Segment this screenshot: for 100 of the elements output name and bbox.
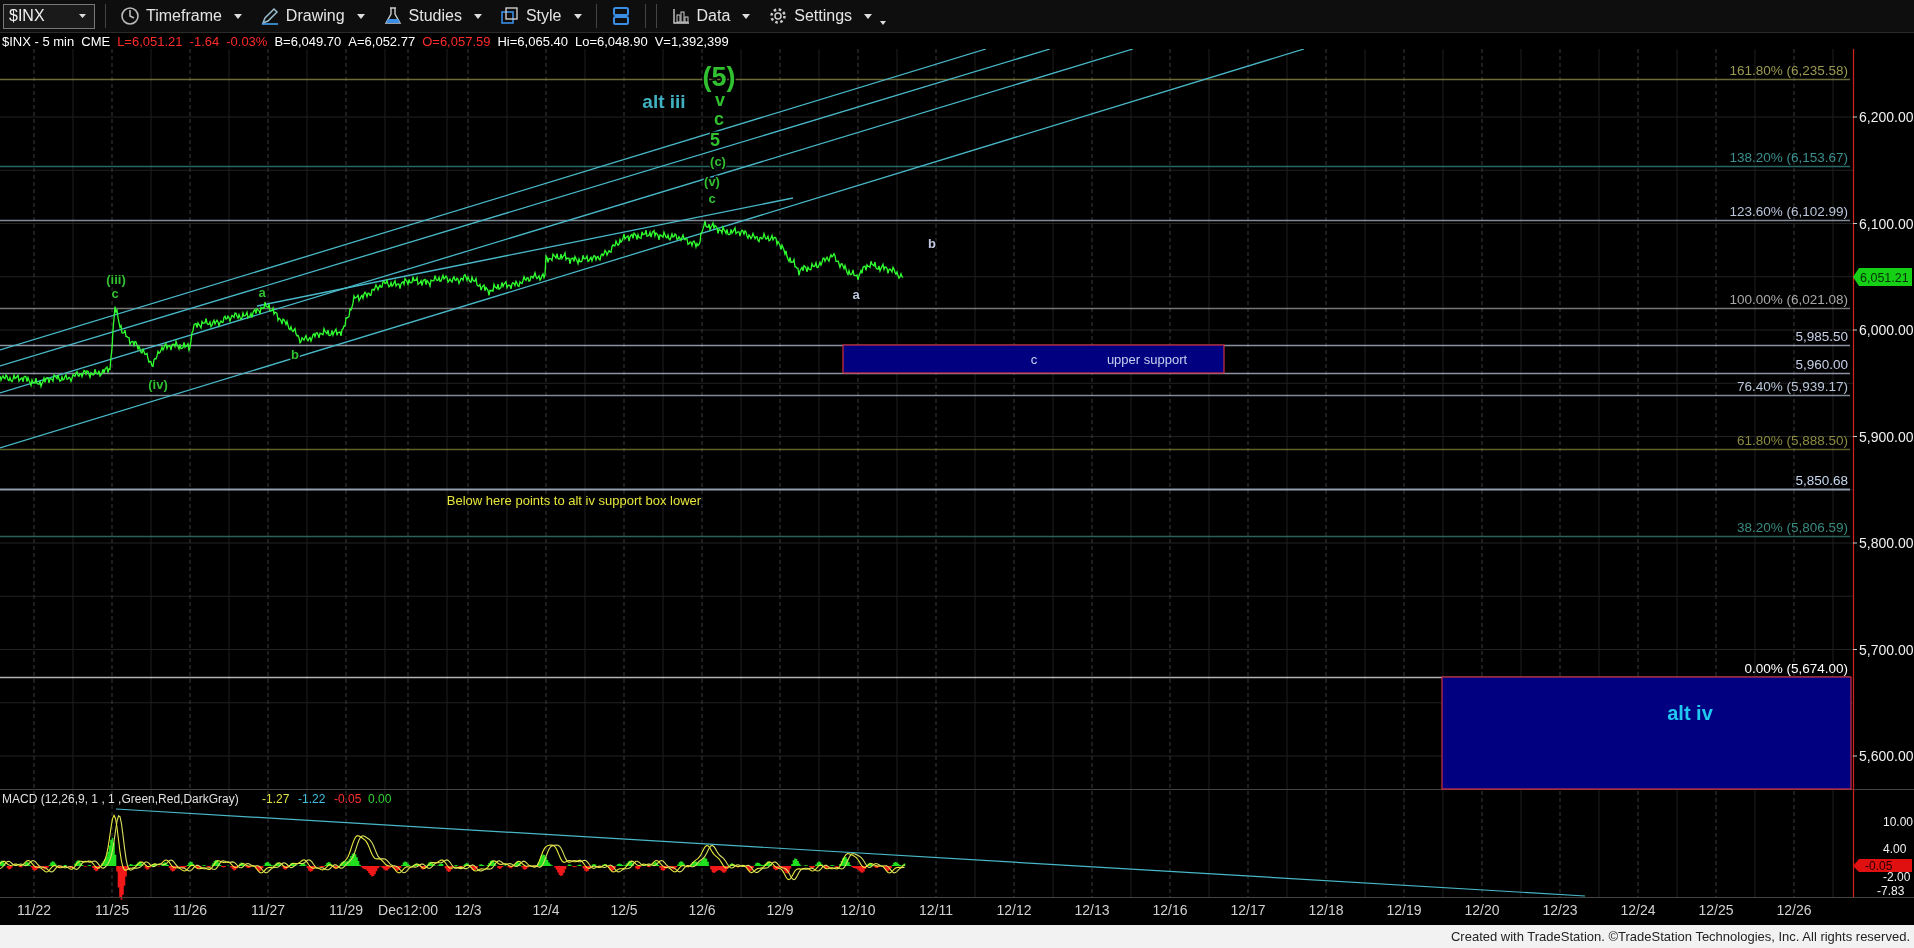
quote-value: L=6,051.21 — [117, 33, 183, 49]
date-axis-label: 12/23 — [1542, 902, 1578, 918]
last-value-badge: -0.05 — [1853, 859, 1912, 873]
indicator-axis-label: -7.83 — [1877, 884, 1905, 898]
date-axis-label: 12/17 — [1230, 902, 1266, 918]
wave-label: a — [852, 287, 860, 302]
caret-icon — [79, 14, 86, 18]
layout-icon — [610, 6, 631, 26]
indicator-axis-label: 4.00 — [1883, 842, 1907, 856]
symbol-dropdown[interactable]: $INX — [3, 3, 95, 29]
date-axis-label: 12/20 — [1464, 902, 1500, 918]
date-axis-label: 12/24 — [1620, 902, 1656, 918]
date-axis-label: 12/5 — [610, 902, 638, 918]
studies-menu[interactable]: Studies — [378, 6, 486, 26]
price-axis-label: 6,000.00 — [1859, 322, 1914, 338]
level-label: 161.80% (6,235.58) — [1729, 62, 1848, 78]
timeframe-menu[interactable]: Timeframe — [116, 6, 246, 26]
level-label: 38.20% (5,806.59) — [1736, 519, 1848, 535]
level-label: 5,850.68 — [1795, 472, 1848, 488]
level-label: 61.80% (5,888.50) — [1736, 432, 1848, 448]
indicator-value: -1.27 — [262, 792, 290, 806]
wave-label: alt iii — [642, 91, 686, 112]
quote-value: Lo=6,048.90 — [574, 33, 648, 49]
price-axis-label: 5,700.00 — [1859, 641, 1914, 658]
quote-value: Hi=6,065.40 — [497, 33, 568, 49]
date-axis-label: 12/26 — [1776, 902, 1812, 918]
level-label: 138.20% (6,153.67) — [1729, 149, 1848, 165]
date-axis-label: 12/4 — [532, 902, 560, 918]
quote-value: $INX - 5 min — [2, 33, 75, 49]
wave-label: b — [928, 236, 936, 251]
style-menu[interactable]: Style — [495, 6, 586, 26]
wave-label: 5 — [710, 130, 720, 150]
quote-value: A=6,052.77 — [348, 33, 416, 49]
level-label: 100.00% (6,021.08) — [1729, 291, 1848, 307]
caret-icon — [473, 13, 482, 19]
date-axis-label: 12/18 — [1308, 902, 1344, 918]
price-axis-label: 6,200.00 — [1859, 109, 1914, 125]
level-label: 76.40% (5,939.17) — [1736, 378, 1848, 394]
caret-icon — [573, 13, 582, 19]
wave-label: c — [714, 109, 724, 129]
settings-icon — [768, 6, 789, 26]
date-axis-label: 12/19 — [1386, 902, 1422, 918]
date-axis-label: 12/16 — [1152, 902, 1188, 918]
drawing-menu[interactable]: Drawing — [255, 6, 369, 26]
price-axis-label: 6,100.00 — [1859, 215, 1914, 232]
indicator-value: -1.22 — [298, 792, 326, 806]
date-axis-label: Dec12:00 — [378, 902, 438, 918]
level-label: 5,960.00 — [1795, 356, 1848, 372]
last-price-badge: 6,051.21 — [1853, 268, 1912, 286]
wave-label: (c) — [710, 154, 726, 169]
level-label: 0.00% (5,674.00) — [1744, 660, 1848, 676]
wave-label: c — [708, 191, 716, 206]
date-axis-label: 12/6 — [688, 902, 716, 918]
quote-value: -0.03% — [226, 33, 268, 49]
overlapping-squares-icon — [499, 6, 520, 26]
caret-icon — [742, 13, 751, 19]
date-axis-label: 11/22 — [17, 902, 51, 918]
quote-value: V=1,392,399 — [654, 33, 729, 49]
wave-label: (iv) — [148, 377, 168, 392]
indicator-axis-label: 10.00 — [1883, 815, 1914, 829]
price-axis-label: 5,900.00 — [1859, 428, 1914, 445]
date-axis-label: 12/11 — [919, 902, 953, 918]
zone-label: alt iv — [1667, 702, 1713, 724]
caret-icon — [233, 13, 242, 19]
level-label: 5,985.50 — [1795, 328, 1848, 344]
date-axis-label: 11/29 — [329, 902, 363, 918]
wave-label: v — [715, 90, 725, 110]
price-axis-label: 5,800.00 — [1859, 535, 1914, 551]
bar-chart-icon — [670, 6, 691, 26]
date-axis-label: 12/3 — [454, 902, 482, 918]
caret-icon — [356, 13, 365, 19]
level-label: 123.60% (6,102.99) — [1729, 203, 1848, 219]
date-axis-label: 11/26 — [173, 902, 207, 918]
date-axis-label: 12/13 — [1074, 902, 1110, 918]
date-axis-label: 12/25 — [1698, 902, 1734, 918]
zone-label: upper support — [1106, 352, 1188, 367]
indicator-title: MACD (12,26,9, 1 , 1 ,Green,Red,DarkGray) — [2, 792, 239, 806]
date-axis-label: 12/10 — [840, 902, 876, 918]
flask-icon — [382, 6, 403, 26]
date-axis-label: 11/27 — [251, 902, 285, 918]
copyright-text: Created with TradeStation. ©TradeStation Technologies, Inc. All rights reserved. — [1450, 929, 1910, 944]
clock-icon — [120, 6, 140, 26]
wave-label: (iii) — [106, 272, 126, 287]
indicator-value: 0.00 — [368, 792, 392, 806]
zone-label: c — [1030, 352, 1038, 367]
settings-menu[interactable]: Settings — [764, 6, 877, 26]
date-axis-label: 12/12 — [996, 902, 1032, 918]
quote-value: -1.64 — [189, 33, 220, 49]
quote-value: O=6,057.59 — [422, 33, 491, 49]
price-axis-label: 5,600.00 — [1859, 748, 1914, 764]
quote-value: B=6,049.70 — [274, 33, 342, 49]
chart-annotation: Below here points to alt iv support box lower — [446, 493, 702, 508]
indicator-value: -0.05 — [334, 792, 362, 806]
date-axis-label: 12/9 — [766, 902, 794, 918]
wave-label: c — [111, 286, 119, 301]
data-menu[interactable]: Data — [666, 6, 755, 26]
wave-label: a — [258, 285, 266, 300]
quote-value: CME — [81, 33, 111, 49]
pencil-icon — [259, 6, 280, 26]
indicator-axis-label: -2.00 — [1883, 870, 1911, 884]
